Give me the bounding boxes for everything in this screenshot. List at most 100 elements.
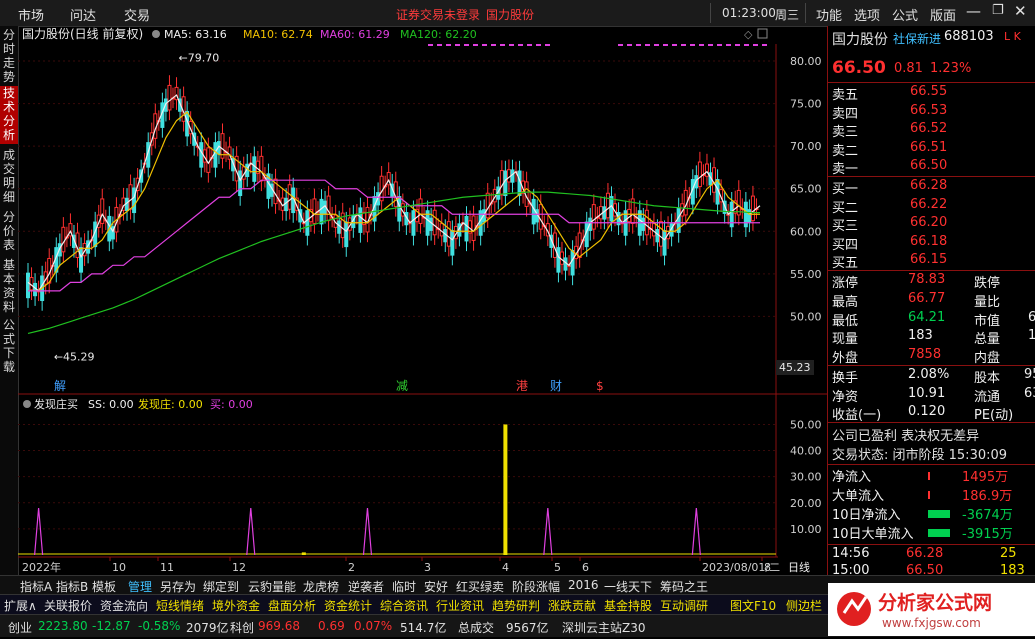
tab-tabs2-11[interactable]: 基金持股 [604,597,652,614]
restore-icon[interactable]: ❐ [992,3,1004,18]
x-tick-label: 日线 [788,560,810,574]
index2-value: 969.68 [258,619,300,633]
kline-chart[interactable]: 国力股份(日线 前复权) MA5: 63.16 MA10: 62.74 MA60… [18,26,827,575]
ask-row: 卖四 66.53 [832,103,1035,122]
tab-tabs1-14[interactable]: 一线天下 [604,578,652,595]
tab-tabs2-9[interactable]: 趋势研判 [492,597,540,614]
tab-trade-detail[interactable]: 成交明细 [0,148,18,206]
chart-settings-icon[interactable] [152,30,160,38]
tab-tabs1-2[interactable]: 模板 [92,578,116,595]
flow-value: 1495万 [962,470,1009,485]
tab-tabs1-3[interactable]: 管理 [128,578,152,595]
index2-amount: 514.7亿 [400,621,447,635]
tab-tabs1-11[interactable]: 红买绿卖 [456,578,504,595]
x-tick-label: 5 [554,561,561,574]
stat2-row: 换手 2.08% 股本 95 [832,367,1035,386]
tab-tabs2-14[interactable]: 侧边栏 [786,597,822,614]
candle-body [199,142,204,168]
tab-tabs1-9[interactable]: 临时 [392,578,416,595]
maximize-chart-icon[interactable] [757,28,768,39]
server-name[interactable]: 深圳云主站Z30 [562,619,646,636]
index1-change: -12.87 [92,619,131,633]
tab-tabs1-15[interactable]: 筹码之王 [660,578,708,595]
tab-tabs2-0[interactable]: 扩展∧ [4,597,37,614]
menu-wenda[interactable]: 问达 [70,5,96,24]
close-icon[interactable]: ✕ [1014,2,1027,20]
y-tick-label: 55.00 [790,268,822,281]
tab-tabs2-4[interactable]: 境外资金 [212,597,260,614]
stat-label: 最高 [832,294,859,310]
ma5-legend: MA5: 63.16 [164,28,227,41]
quote-price: 66.50 [832,58,886,78]
candle-body [538,204,543,230]
candle-body [61,226,66,253]
event-marks[interactable]: 解 减 港 财 $ [54,379,604,393]
tab-price-table[interactable]: 分价表 [0,210,18,254]
minimize-icon[interactable]: — [966,2,981,20]
index1-value: 2223.80 [38,619,88,633]
index2-pct: 0.07% [354,619,393,633]
bid-price: 66.18 [910,233,948,249]
bid-label: 买二 [832,200,859,216]
flow-label: 10日大单流入 [832,527,914,542]
tab-intraday[interactable]: 分时走势 [0,28,18,84]
tab-tabs1-6[interactable]: 云豹量能 [248,578,296,595]
event-mark: 解 [54,379,66,393]
zhuang-bar [301,552,306,555]
tab-tabs2-13[interactable]: 图文F10 [730,597,776,614]
tab-tabs2-3[interactable]: 短线情绪 [156,597,204,614]
tab-tabs2-5[interactable]: 盘面分析 [268,597,316,614]
tab-tabs1-4[interactable]: 另存为 [160,578,196,595]
tab-tabs2-1[interactable]: 关联报价 [44,597,92,614]
tab-tabs2-8[interactable]: 行业资讯 [436,597,484,614]
flow-row: 净流入 1495万 [832,466,1035,485]
tab-technical[interactable]: 技术分析 [0,86,18,144]
stat-row: 最高 66.77 量比 [832,291,1035,310]
tab-tabs2-2[interactable]: 资金流向 [100,597,148,614]
menu-trade[interactable]: 交易 [124,5,150,24]
tab-tabs1-1[interactable]: 指标B [56,578,88,595]
current-price-tag: 45.23 [779,361,811,374]
stat2-row: 净资 10.91 流通 63 [832,386,1035,405]
flow-bar [928,491,930,499]
tab-tabs2-12[interactable]: 互动调研 [660,597,708,614]
index1-pct: -0.58% [138,619,181,633]
menu-function[interactable]: 功能 [816,5,842,24]
stat2-value: 10.91 [908,385,946,401]
indicator-settings-icon[interactable] [23,400,31,408]
x-tick-label: 12 [232,561,246,574]
tab-tabs1-8[interactable]: 逆袭者 [348,578,384,595]
left-vertical-tabs: 分时走势 技术分析 成交明细 分价表 基本资料 公式下载 [0,26,19,581]
stat-label: 现量 [832,332,859,348]
tab-tabs1-0[interactable]: 指标A [20,578,52,595]
login-notice[interactable]: 证券交易未登录 [396,6,480,23]
candle-body [252,156,257,182]
menu-options[interactable]: 选项 [854,5,880,24]
stat-label-2: 市值 [974,313,1001,329]
tab-tabs1-13[interactable]: 2016 [568,578,599,592]
menu-market[interactable]: 市场 [18,5,44,24]
candle-body [128,184,133,210]
tab-tabs1-7[interactable]: 龙虎榜 [303,578,339,595]
tab-tabs1-12[interactable]: 阶段涨幅 [512,578,560,595]
diamond-icon[interactable]: ◇ [744,28,753,41]
clock: 01:23:00 [722,6,776,20]
flow-bar [928,529,950,537]
candle-body [79,247,84,273]
flow-value: 186.9万 [962,489,1013,504]
tab-tabs1-10[interactable]: 安好 [424,578,448,595]
menu-layout[interactable]: 版面 [930,5,956,24]
tab-tabs2-10[interactable]: 涨跌贡献 [548,597,596,614]
tab-tabs2-6[interactable]: 资金统计 [324,597,372,614]
y-tick-label: 75.00 [790,98,822,111]
tab-tabs1-5[interactable]: 绑定到 [203,578,239,595]
stat-value: 64.21 [908,309,946,325]
tab-formula-download[interactable]: 公式下载 [0,318,18,376]
stat2-label-2: 股本 [974,371,1001,386]
tab-fundamentals[interactable]: 基本资料 [0,258,18,316]
y-tick-label: 60.00 [790,225,822,238]
indicator-spikes [18,424,776,556]
event-mark: $ [596,379,604,393]
tab-tabs2-7[interactable]: 综合资讯 [380,597,428,614]
menu-formula[interactable]: 公式 [892,5,918,24]
